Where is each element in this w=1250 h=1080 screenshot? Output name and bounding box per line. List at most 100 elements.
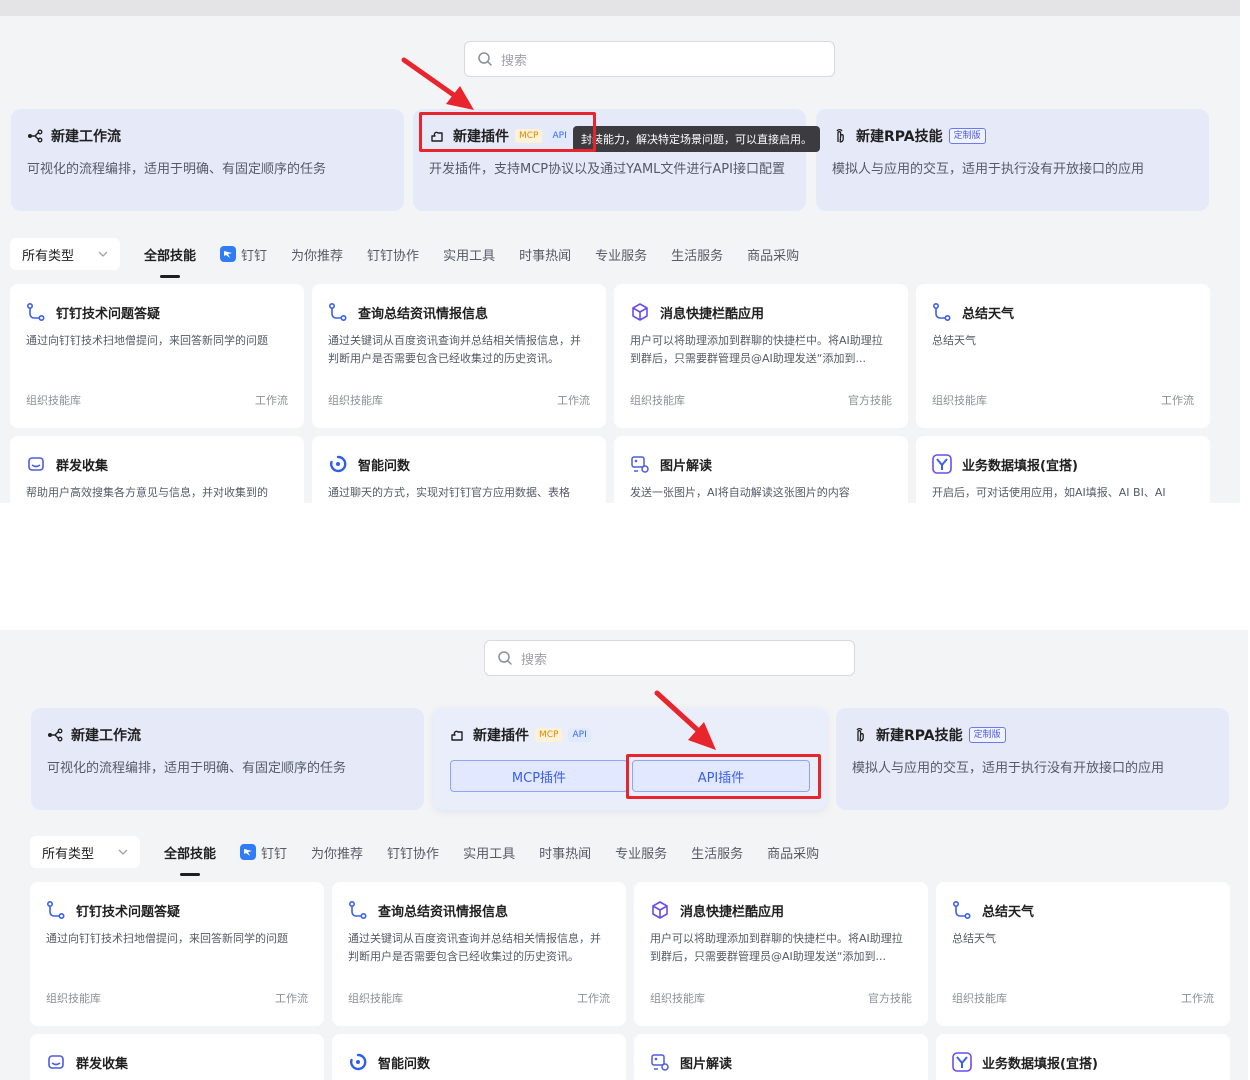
skill-card[interactable]: 总结天气 总结天气 组织技能库 工作流 <box>936 882 1230 1026</box>
skill-card[interactable]: 总结天气 总结天气 组织技能库 工作流 <box>916 284 1210 428</box>
bottom-screenshot-panel: 搜索 新建工作流 可视化的流程编排，适用于明确、有固定顺序的任务 新建插件 MCP… <box>0 630 1250 1080</box>
tab-collaboration[interactable]: 钉钉协作 <box>387 836 439 868</box>
skill-source: 组织技能库 <box>952 992 1007 1005</box>
create-plugin-title: 新建插件 <box>473 728 529 744</box>
skill-kind: 工作流 <box>255 394 288 407</box>
skill-desc: 通过关键词从百度资讯查询并总结相关情报信息，并判断用户是否需要包含已经收集过的历… <box>328 334 581 365</box>
skill-desc: 总结天气 <box>952 932 996 945</box>
highlight-box <box>419 112 596 152</box>
tab-all-skills[interactable]: 全部技能 <box>164 836 216 876</box>
search-input[interactable]: 搜索 <box>464 41 835 77</box>
skill-title: 智能问数 <box>378 1056 431 1072</box>
workflow-icon <box>26 302 46 322</box>
create-workflow-card[interactable]: 新建工作流 可视化的流程编排，适用于明确、有固定顺序的任务 <box>31 708 424 810</box>
skill-card[interactable]: 智能问数 <box>332 1034 626 1080</box>
skill-card[interactable]: 查询总结资讯情报信息 通过关键词从百度资讯查询并总结相关情报信息，并判断用户是否… <box>332 882 626 1026</box>
workflow-icon <box>932 302 952 322</box>
skill-card[interactable]: 消息快捷栏酷应用 用户可以将助理添加到群聊的快捷栏中。将AI助理拉到群后，只需要… <box>634 882 928 1026</box>
create-rpa-card[interactable]: 新建RPA技能 定制版 模拟人与应用的交互，适用于执行没有开放接口的应用 <box>836 708 1229 810</box>
skill-desc: 通过向钉钉技术扫地僧提问，来回答新同学的问题 <box>26 334 268 347</box>
workflow-node-icon <box>47 727 63 743</box>
skill-title: 智能问数 <box>358 458 411 474</box>
tab-procurement[interactable]: 商品采购 <box>747 238 799 270</box>
tab-dingtalk[interactable]: 钉钉 <box>220 238 267 270</box>
panel-right-edge <box>1240 0 1250 503</box>
tab-professional[interactable]: 专业服务 <box>615 836 667 868</box>
tab-recommended[interactable]: 为你推荐 <box>311 836 363 868</box>
skill-desc: 发送一张图片，AI将自动解读这张图片的内容 <box>630 486 850 499</box>
red-arrow-icon <box>654 690 716 750</box>
skill-source: 组织技能库 <box>630 394 685 407</box>
skill-title: 钉钉技术问题答疑 <box>56 306 161 322</box>
mcp-tag: MCP <box>535 728 563 742</box>
skill-title: 群发收集 <box>56 458 109 474</box>
skill-title: 消息快捷栏酷应用 <box>680 904 785 920</box>
skill-title: 业务数据填报(宜搭) <box>982 1056 1098 1072</box>
type-select[interactable]: 所有类型 <box>10 238 120 270</box>
tab-news[interactable]: 时事热闻 <box>519 238 571 270</box>
skill-source: 组织技能库 <box>46 992 101 1005</box>
create-workflow-card[interactable]: 新建工作流 可视化的流程编排，适用于明确、有固定顺序的任务 <box>11 109 404 211</box>
tab-recommended[interactable]: 为你推荐 <box>291 238 343 270</box>
custom-edition-tag: 定制版 <box>948 128 986 144</box>
workflow-node-icon <box>27 128 43 144</box>
workflow-icon <box>328 302 348 322</box>
workflow-icon <box>952 900 972 920</box>
skill-desc: 用户可以将助理添加到群聊的快捷栏中。将AI助理拉到群后，只需要群管理员@AI助理… <box>650 932 903 963</box>
tab-life[interactable]: 生活服务 <box>671 238 723 270</box>
custom-edition-tag: 定制版 <box>968 727 1006 743</box>
image-read-icon <box>650 1052 670 1072</box>
skill-title: 总结天气 <box>982 904 1035 920</box>
collect-icon <box>26 454 46 474</box>
create-workflow-title: 新建工作流 <box>51 129 121 145</box>
skill-card[interactable]: 图片解读 <box>634 1034 928 1080</box>
skill-card[interactable]: 查询总结资讯情报信息 通过关键词从百度资讯查询并总结相关情报信息，并判断用户是否… <box>312 284 606 428</box>
skill-desc: 通过关键词从百度资讯查询并总结相关情报信息，并判断用户是否需要包含已经收集过的历… <box>348 932 601 963</box>
tab-tools[interactable]: 实用工具 <box>443 238 495 270</box>
workflow-icon <box>348 900 368 920</box>
skill-desc: 通过向钉钉技术扫地僧提问，来回答新同学的问题 <box>46 932 288 945</box>
window-top-strip <box>0 0 1250 16</box>
api-tag: API <box>568 728 591 742</box>
skill-desc: 帮助用户高效搜集各方意见与信息，并对收集到的 <box>26 486 268 499</box>
tab-all-skills[interactable]: 全部技能 <box>144 238 196 278</box>
top-screenshot-panel: 搜索 新建工作流 可视化的流程编排，适用于明确、有固定顺序的任务 新建插件 MCP… <box>0 0 1250 503</box>
skill-card[interactable]: 钉钉技术问题答疑 通过向钉钉技术扫地僧提问，来回答新同学的问题 组织技能库 工作流 <box>10 284 304 428</box>
tab-professional[interactable]: 专业服务 <box>595 238 647 270</box>
tab-procurement[interactable]: 商品采购 <box>767 836 819 868</box>
skill-card[interactable]: 群发收集 帮助用户高效搜集各方意见与信息，并对收集到的 <box>10 436 304 503</box>
skill-kind: 工作流 <box>1161 394 1194 407</box>
type-select[interactable]: 所有类型 <box>30 836 140 868</box>
skill-card[interactable]: 钉钉技术问题答疑 通过向钉钉技术扫地僧提问，来回答新同学的问题 组织技能库 工作流 <box>30 882 324 1026</box>
skill-card[interactable]: 群发收集 <box>30 1034 324 1080</box>
tab-news[interactable]: 时事热闻 <box>539 836 591 868</box>
red-arrow-icon <box>401 57 474 110</box>
plugin-icon <box>449 727 465 743</box>
search-input[interactable]: 搜索 <box>484 640 855 676</box>
mcp-plugin-button[interactable]: MCP插件 <box>450 760 628 792</box>
tab-collaboration[interactable]: 钉钉协作 <box>367 238 419 270</box>
skill-card[interactable]: 图片解读 发送一张图片，AI将自动解读这张图片的内容 <box>614 436 908 503</box>
skill-kind: 工作流 <box>275 992 308 1005</box>
skill-card[interactable]: 业务数据填报(宜搭) <box>936 1034 1230 1080</box>
skill-title: 总结天气 <box>962 306 1015 322</box>
create-rpa-card[interactable]: 新建RPA技能 定制版 模拟人与应用的交互，适用于执行没有开放接口的应用 <box>816 109 1209 211</box>
chevron-down-icon <box>98 249 108 259</box>
hand-pointer-icon <box>852 727 868 743</box>
tab-life[interactable]: 生活服务 <box>691 836 743 868</box>
skill-card[interactable]: 业务数据填报(宜搭) 开启后，可对话使用应用，如AI填报、AI BI、AI <box>916 436 1210 503</box>
skill-title: 查询总结资讯情报信息 <box>358 306 489 322</box>
skill-title: 查询总结资讯情报信息 <box>378 904 509 920</box>
skill-source: 组织技能库 <box>328 394 383 407</box>
skill-title: 图片解读 <box>680 1056 733 1072</box>
tab-tools[interactable]: 实用工具 <box>463 836 515 868</box>
skill-card[interactable]: 消息快捷栏酷应用 用户可以将助理添加到群聊的快捷栏中。将AI助理拉到群后，只需要… <box>614 284 908 428</box>
yida-icon <box>932 454 952 474</box>
skill-title: 钉钉技术问题答疑 <box>76 904 181 920</box>
chevron-down-icon <box>118 847 128 857</box>
skill-card[interactable]: 智能问数 通过聊天的方式，实现对钉钉官方应用数据、表格 <box>312 436 606 503</box>
dingtalk-icon <box>240 844 256 860</box>
tab-dingtalk[interactable]: 钉钉 <box>240 836 287 868</box>
skill-desc: 通过聊天的方式，实现对钉钉官方应用数据、表格 <box>328 486 570 499</box>
create-plugin-desc: 开发插件，支持MCP协议以及通过YAML文件进行API接口配置 <box>429 162 785 177</box>
